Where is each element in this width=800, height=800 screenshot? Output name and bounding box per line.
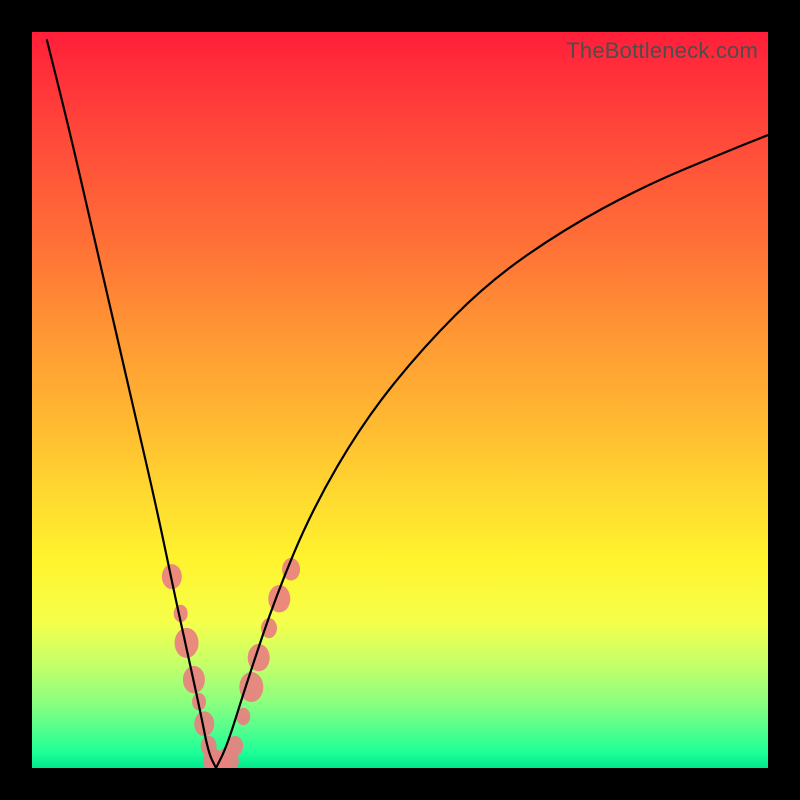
chart-frame: TheBottleneck.com (0, 0, 800, 800)
curve-right-branch (216, 135, 768, 768)
plot-area: TheBottleneck.com (32, 32, 768, 768)
curve-left-branch (47, 39, 216, 768)
bottleneck-curve-svg (32, 32, 768, 768)
